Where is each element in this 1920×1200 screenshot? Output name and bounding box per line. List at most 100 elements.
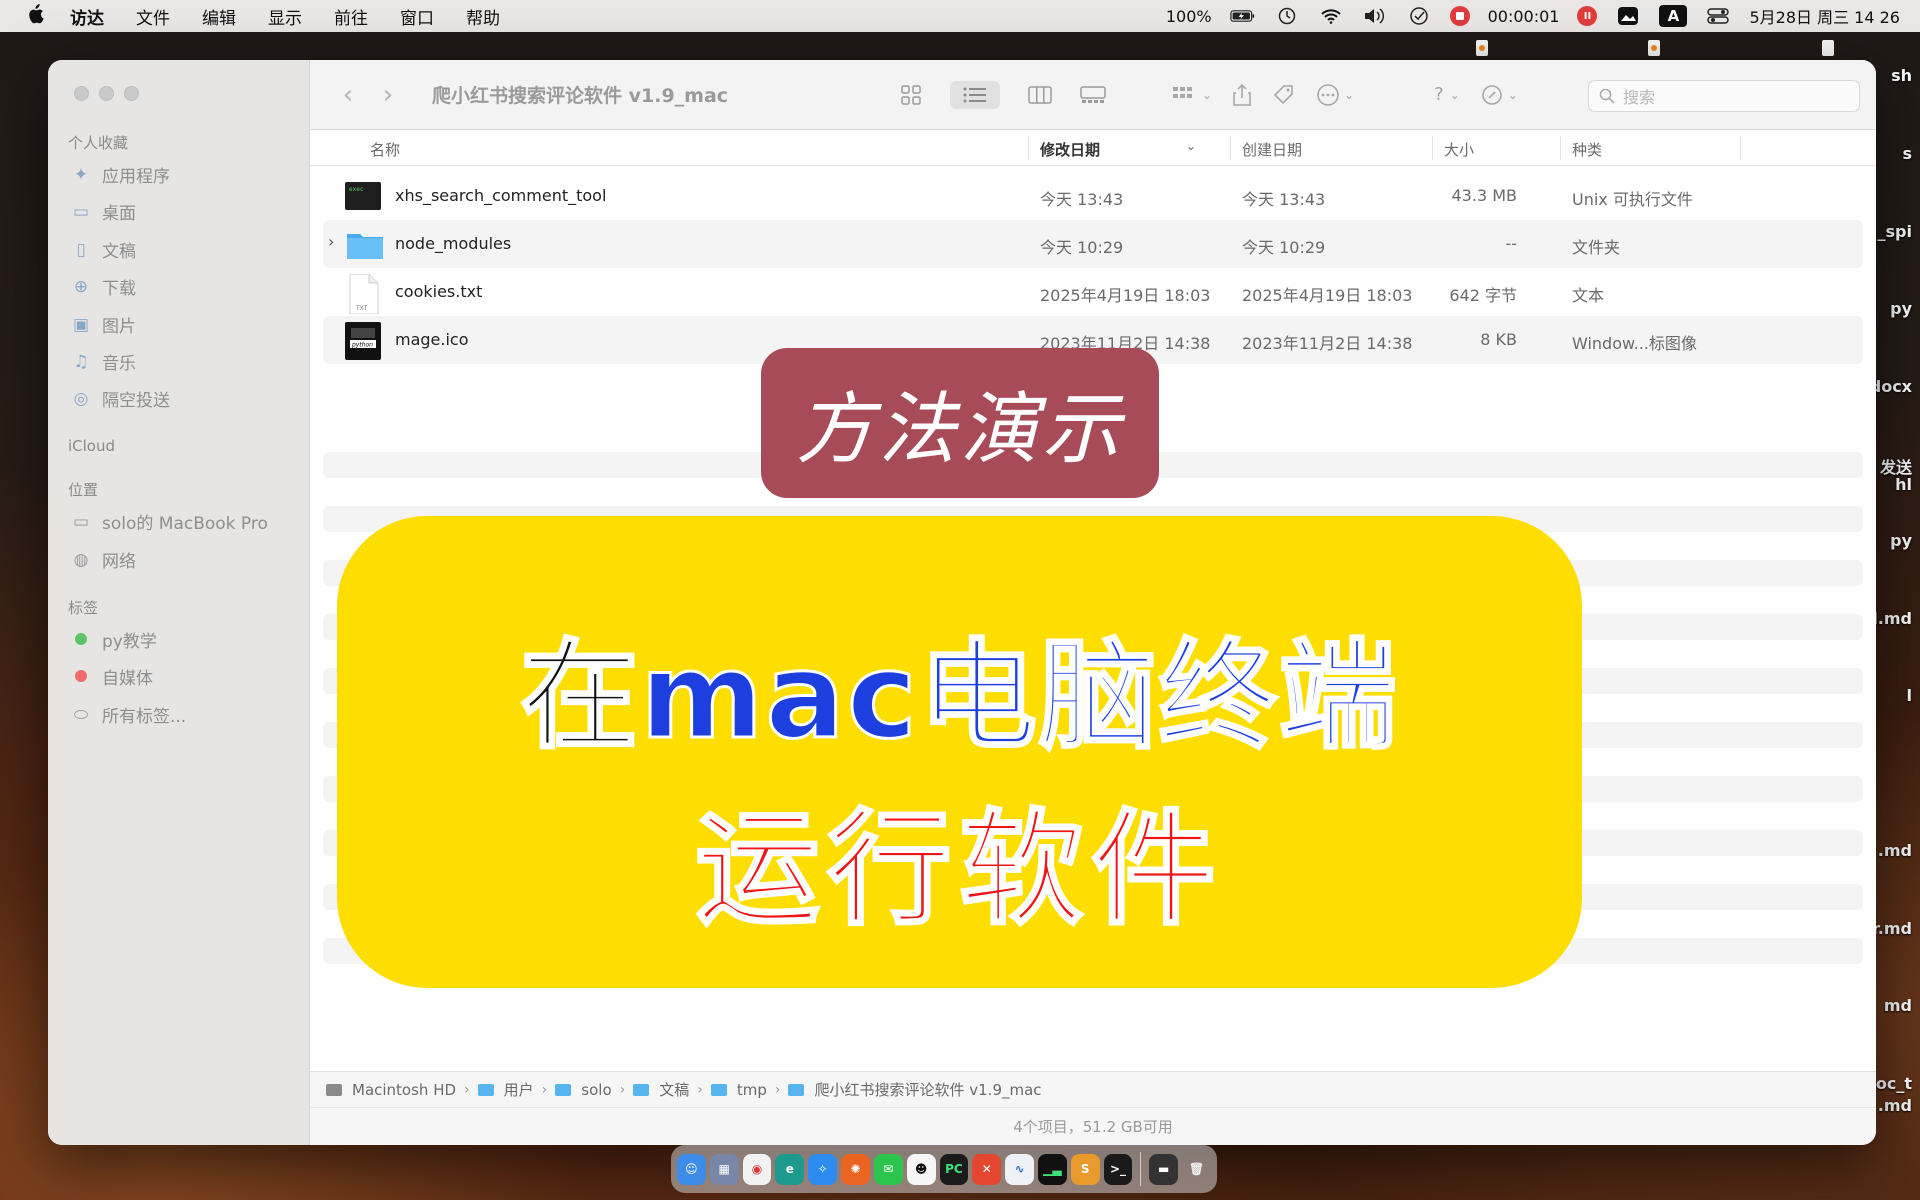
sidebar-item-desktop[interactable]: ▭ 桌面 <box>70 199 136 225</box>
list-view-button[interactable] <box>950 80 1000 109</box>
menu-app-name[interactable]: 访达 <box>70 4 120 29</box>
desktop-label[interactable]: .md <box>1878 1096 1912 1115</box>
column-divider[interactable] <box>1028 136 1029 160</box>
column-divider[interactable] <box>1740 136 1741 160</box>
desktop-label[interactable]: py <box>1890 299 1912 318</box>
activity-monitor-dock-icon[interactable]: ▁▃ <box>1037 1153 1067 1185</box>
path-item[interactable]: 爬小红书搜索评论软件 v1.9_mac <box>814 1079 1041 1100</box>
menu-edit[interactable]: 编辑 <box>186 4 252 29</box>
wifi-icon[interactable] <box>1318 5 1344 27</box>
close-button[interactable] <box>74 86 89 101</box>
desktop-label[interactable]: hl <box>1895 475 1912 494</box>
search-input[interactable]: 搜索 <box>1588 80 1860 112</box>
wechat-dock-icon[interactable]: ✉ <box>873 1153 903 1185</box>
column-size[interactable]: 大小 <box>1444 139 1474 160</box>
control-center-icon[interactable] <box>1705 5 1731 27</box>
column-modified[interactable]: 修改日期 <box>1040 139 1100 160</box>
desktop-label[interactable]: l <box>1907 686 1912 705</box>
sidebar-item-airdrop[interactable]: ◎ 隔空投送 <box>70 386 170 412</box>
icon-view-button[interactable] <box>900 84 922 106</box>
back-button[interactable]: ‹ <box>328 80 368 110</box>
group-button[interactable]: ⌄ <box>1172 85 1212 105</box>
menu-window[interactable]: 窗口 <box>384 4 450 29</box>
record-pause-icon[interactable]: II <box>1577 6 1598 26</box>
safari-dock-icon[interactable]: ✧ <box>808 1153 838 1185</box>
finder-dock-icon[interactable]: ☺ <box>677 1153 706 1185</box>
desktop-file-icon[interactable] <box>1648 40 1660 56</box>
more-actions-button[interactable]: ⌄ <box>1316 83 1354 107</box>
gallery-view-button[interactable] <box>1080 85 1106 105</box>
column-divider[interactable] <box>1230 136 1231 160</box>
desktop-label[interactable]: s <box>1902 144 1912 163</box>
edge-dock-icon[interactable]: e <box>775 1153 805 1185</box>
photo-app-icon[interactable] <box>1615 5 1641 27</box>
desktop-label[interactable]: sh <box>1891 66 1912 85</box>
desktop-label[interactable]: py <box>1890 531 1912 550</box>
sidebar-item-pictures[interactable]: ▣ 图片 <box>70 312 136 338</box>
sidebar-item-tag-media[interactable]: 自媒体 <box>70 664 153 689</box>
volume-icon[interactable] <box>1362 5 1388 27</box>
tag-button[interactable] <box>1272 83 1296 107</box>
sidebar-item-downloads[interactable]: ⊕ 下载 <box>70 274 136 300</box>
column-view-button[interactable] <box>1028 85 1052 105</box>
column-divider[interactable] <box>1432 136 1433 160</box>
sidebar-item-macbook[interactable]: ▭ solo的 MacBook Pro <box>70 509 268 535</box>
qq-dock-icon[interactable]: ☻ <box>906 1153 936 1185</box>
sidebar-item-music[interactable]: ♫ 音乐 <box>70 349 136 375</box>
input-source-badge[interactable]: A <box>1659 5 1688 27</box>
record-stop-icon[interactable] <box>1449 6 1470 26</box>
column-name[interactable]: 名称 <box>370 139 400 160</box>
time-machine-icon[interactable] <box>1274 5 1300 27</box>
desktop-label[interactable]: .md <box>1878 841 1912 860</box>
menu-go[interactable]: 前往 <box>318 4 384 29</box>
share-button[interactable] <box>1232 83 1252 107</box>
column-divider[interactable] <box>1560 136 1561 160</box>
sidebar-item-documents[interactable]: ▯ 文稿 <box>70 237 136 263</box>
focus-icon[interactable] <box>1406 5 1432 27</box>
desktop-label[interactable]: _spi <box>1878 222 1912 241</box>
markup-button[interactable]: ⌄ <box>1480 83 1518 107</box>
forward-button[interactable]: › <box>368 80 408 110</box>
apple-menu-icon[interactable] <box>0 3 70 29</box>
path-item[interactable]: tmp <box>737 1081 767 1099</box>
path-item[interactable]: solo <box>581 1081 611 1099</box>
recent-window-dock-icon[interactable]: ▬ <box>1149 1153 1179 1185</box>
file-row[interactable]: › node_modules 今天 10:29 今天 10:29 -- 文件夹 <box>323 220 1863 268</box>
desktop-label[interactable]: oc_t <box>1876 1074 1912 1093</box>
disclosure-triangle-icon[interactable]: › <box>328 232 334 251</box>
desktop-label[interactable]: r.md <box>1872 919 1912 938</box>
zoom-button[interactable] <box>124 86 139 101</box>
file-row[interactable]: exec xhs_search_comment_tool 今天 13:43 今天… <box>323 172 1863 220</box>
sidebar-item-tag-py[interactable]: py教学 <box>70 627 157 652</box>
battery-icon[interactable] <box>1229 5 1256 27</box>
menubar-clock[interactable]: 5月28日 周三 14 26 <box>1749 4 1900 28</box>
desktop-label[interactable]: l.md <box>1872 609 1912 628</box>
path-item[interactable]: Macintosh HD <box>352 1081 456 1099</box>
firefox-dock-icon[interactable]: ✺ <box>841 1153 870 1185</box>
desktop-label[interactable]: docx <box>1870 377 1912 396</box>
column-created[interactable]: 创建日期 <box>1242 139 1302 160</box>
sidebar-item-network[interactable]: ◍ 网络 <box>70 547 136 573</box>
menu-view[interactable]: 显示 <box>252 4 318 29</box>
menu-file[interactable]: 文件 <box>120 4 186 29</box>
launchpad-dock-icon[interactable]: ▦ <box>709 1153 739 1185</box>
xmind-dock-icon[interactable]: ✕ <box>972 1153 1002 1185</box>
help-button[interactable]: ? ⌄ <box>1434 84 1460 105</box>
minimize-button[interactable] <box>99 86 114 101</box>
file-row[interactable]: TXT cookies.txt 2025年4月19日 18:03 2025年4月… <box>323 268 1863 316</box>
pycharm-dock-icon[interactable]: PC <box>939 1153 969 1185</box>
path-item[interactable]: 用户 <box>504 1079 534 1100</box>
column-kind[interactable]: 种类 <box>1572 139 1602 160</box>
sidebar-item-all-tags[interactable]: ⬭ 所有标签... <box>70 702 186 728</box>
desktop-file-icon[interactable] <box>1822 40 1834 56</box>
desktop-label[interactable]: md <box>1884 996 1912 1015</box>
sublime-dock-icon[interactable]: S <box>1070 1153 1100 1185</box>
desktop-file-icon[interactable] <box>1476 40 1488 56</box>
activity-dock-icon[interactable]: ∿ <box>1005 1153 1034 1185</box>
terminal-dock-icon[interactable]: >_ <box>1103 1153 1133 1185</box>
sidebar-item-applications[interactable]: ✦ 应用程序 <box>70 162 170 188</box>
menu-help[interactable]: 帮助 <box>450 4 516 29</box>
path-item[interactable]: 文稿 <box>659 1079 689 1100</box>
trash-dock-icon[interactable]: 🗑 <box>1182 1154 1211 1185</box>
chrome-dock-icon[interactable]: ◉ <box>742 1153 772 1185</box>
